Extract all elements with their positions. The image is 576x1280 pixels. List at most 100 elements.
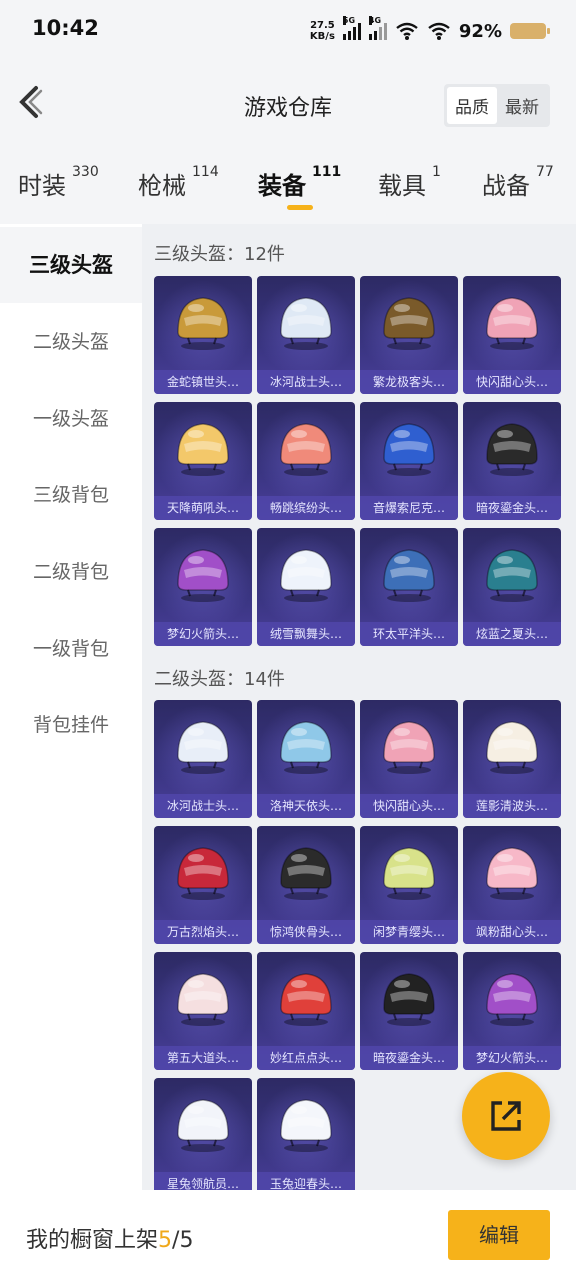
- helmet-icon: [280, 721, 332, 774]
- helmet-item-card[interactable]: 第五大道头…: [154, 952, 252, 1070]
- helmet-icon: [383, 973, 435, 1026]
- helmet-icon: [280, 1099, 332, 1152]
- share-button[interactable]: [462, 1072, 550, 1160]
- helmet-item-label: 暗夜鎏金头…: [463, 496, 561, 520]
- battery-icon: [510, 23, 550, 39]
- helmet-item-card[interactable]: 快闪甜心头…: [463, 276, 561, 394]
- sidebar-item-level3-helmet[interactable]: 三级头盔: [0, 227, 142, 303]
- sidebar-item-level3-backpack[interactable]: 三级背包: [0, 457, 142, 533]
- helmet-item-label: 快闪甜心头…: [360, 794, 458, 818]
- showcase-label: 我的橱窗上架: [26, 1228, 159, 1253]
- category-tabs: 时装 330 枪械 114 装备 111 载具 1 战备 77: [0, 154, 576, 224]
- wifi-calling-icon: [396, 22, 418, 40]
- helmet-item-label: 暗夜鎏金头…: [360, 1046, 458, 1070]
- helmet-icon: [383, 847, 435, 900]
- helmet-item-card[interactable]: 音爆索尼克…: [360, 402, 458, 520]
- helmet-item-label: 莲影清波头…: [463, 794, 561, 818]
- helmet-item-card[interactable]: 暗夜鎏金头…: [463, 402, 561, 520]
- tab-vehicles[interactable]: 载具 1: [378, 164, 441, 201]
- helmet-item-label: 洛神天依头…: [257, 794, 355, 818]
- tab-fashion[interactable]: 时装 330: [18, 164, 99, 201]
- helmet-item-card[interactable]: 绒雪飘舞头…: [257, 528, 355, 646]
- sidebar-item-level2-backpack[interactable]: 二级背包: [0, 534, 142, 610]
- helmet-item-card[interactable]: 环太平洋头…: [360, 528, 458, 646]
- helmet-item-card[interactable]: 天降萌吼头…: [154, 402, 252, 520]
- helmet-item-label: 梦幻火箭头…: [154, 622, 252, 646]
- helmet-icon: [486, 297, 538, 350]
- helmet-item-label: 第五大道头…: [154, 1046, 252, 1070]
- helmet-item-card[interactable]: 星兔领航员…: [154, 1078, 252, 1190]
- helmet-item-card[interactable]: 畅跳缤纷头…: [257, 402, 355, 520]
- edit-button[interactable]: 编辑: [448, 1210, 550, 1260]
- helmet-icon: [383, 297, 435, 350]
- helmet-item-card[interactable]: 玉兔迎春头…: [257, 1078, 355, 1190]
- tab-weapons[interactable]: 枪械 114: [138, 164, 219, 201]
- helmet-item-card[interactable]: 快闪甜心头…: [360, 700, 458, 818]
- sort-quality-button[interactable]: 品质: [447, 87, 497, 124]
- sidebar: 三级头盔 二级头盔 一级头盔 三级背包 二级背包 一级背包 背包挂件: [0, 224, 142, 1190]
- helmet-item-label: 飒粉甜心头…: [463, 920, 561, 944]
- sort-toggle: 品质 最新: [444, 84, 550, 127]
- helmet-item-card[interactable]: 妙红点点头…: [257, 952, 355, 1070]
- helmet-item-label: 绒雪飘舞头…: [257, 622, 355, 646]
- helmet-icon: [486, 549, 538, 602]
- helmet-item-card[interactable]: 莲影清波头…: [463, 700, 561, 818]
- signal-5g-icon: 5G: [342, 16, 361, 40]
- helmet-icon: [280, 847, 332, 900]
- sidebar-item-level1-backpack[interactable]: 一级背包: [0, 611, 142, 687]
- tab-equipment[interactable]: 装备 111: [258, 164, 341, 201]
- helmet-item-label: 玉兔迎春头…: [257, 1172, 355, 1190]
- sidebar-item-backpack-charm[interactable]: 背包挂件: [0, 687, 142, 763]
- signal-4g-icon: 4G: [368, 16, 387, 40]
- wifi-icon: [428, 22, 450, 40]
- section-title-level3-helmet: 三级头盔：12件: [154, 244, 285, 265]
- helmet-icon: [177, 721, 229, 774]
- helmet-item-label: 星兔领航员…: [154, 1172, 252, 1190]
- helmet-item-card[interactable]: 暗夜鎏金头…: [360, 952, 458, 1070]
- status-icons: 27.5 KB/s 5G 4G 92%: [309, 16, 550, 46]
- helmet-item-card[interactable]: 洛神天依头…: [257, 700, 355, 818]
- helmet-item-card[interactable]: 繁龙极客头…: [360, 276, 458, 394]
- item-grid: 三级头盔：12件 二级头盔：14件 金蛇镇世头… 冰河战士头… 繁龙极客头… 快闪甜心…: [142, 224, 576, 1190]
- helmet-item-card[interactable]: 炫蓝之夏头…: [463, 528, 561, 646]
- sidebar-item-level2-helmet[interactable]: 二级头盔: [0, 304, 142, 380]
- sort-latest-button[interactable]: 最新: [497, 87, 547, 124]
- signal-5g-label: 5G: [342, 16, 356, 25]
- helmet-item-label: 天降萌吼头…: [154, 496, 252, 520]
- helmet-icon: [280, 297, 332, 350]
- helmet-item-card[interactable]: 飒粉甜心头…: [463, 826, 561, 944]
- helmet-item-card[interactable]: 冰河战士头…: [154, 700, 252, 818]
- helmet-item-label: 冰河战士头…: [154, 794, 252, 818]
- active-tab-indicator: [287, 205, 313, 210]
- helmet-item-card[interactable]: 金蛇镇世头…: [154, 276, 252, 394]
- helmet-item-label: 繁龙极客头…: [360, 370, 458, 394]
- tab-supplies[interactable]: 战备 77: [482, 164, 554, 201]
- helmet-item-card[interactable]: 惊鸿侠骨头…: [257, 826, 355, 944]
- helmet-icon: [486, 721, 538, 774]
- status-time: 10:42: [32, 16, 99, 40]
- helmet-item-label: 金蛇镇世头…: [154, 370, 252, 394]
- network-speed-unit: KB/s: [309, 31, 335, 42]
- helmet-item-card[interactable]: 冰河战士头…: [257, 276, 355, 394]
- helmet-icon: [383, 549, 435, 602]
- battery-percent: 92%: [458, 20, 502, 42]
- helmet-icon: [486, 973, 538, 1026]
- helmet-item-card[interactable]: 梦幻火箭头…: [463, 952, 561, 1070]
- helmet-item-label: 万古烈焰头…: [154, 920, 252, 944]
- helmet-item-card[interactable]: 梦幻火箭头…: [154, 528, 252, 646]
- helmet-icon: [280, 973, 332, 1026]
- helmet-item-card[interactable]: 万古烈焰头…: [154, 826, 252, 944]
- helmet-icon: [177, 847, 229, 900]
- signal-4g-label: 4G: [368, 16, 382, 25]
- showcase-total-count: 5: [179, 1228, 194, 1253]
- helmet-item-label: 冰河战士头…: [257, 370, 355, 394]
- helmet-item-label: 闲梦青缨头…: [360, 920, 458, 944]
- helmet-icon: [177, 423, 229, 476]
- sidebar-item-level1-helmet[interactable]: 一级头盔: [0, 381, 142, 457]
- helmet-item-label: 梦幻火箭头…: [463, 1046, 561, 1070]
- helmet-icon: [177, 1099, 229, 1152]
- helmet-icon: [486, 847, 538, 900]
- helmet-item-card[interactable]: 闲梦青缨头…: [360, 826, 458, 944]
- helmet-item-label: 畅跳缤纷头…: [257, 496, 355, 520]
- showcase-current-count: 5: [158, 1228, 173, 1253]
